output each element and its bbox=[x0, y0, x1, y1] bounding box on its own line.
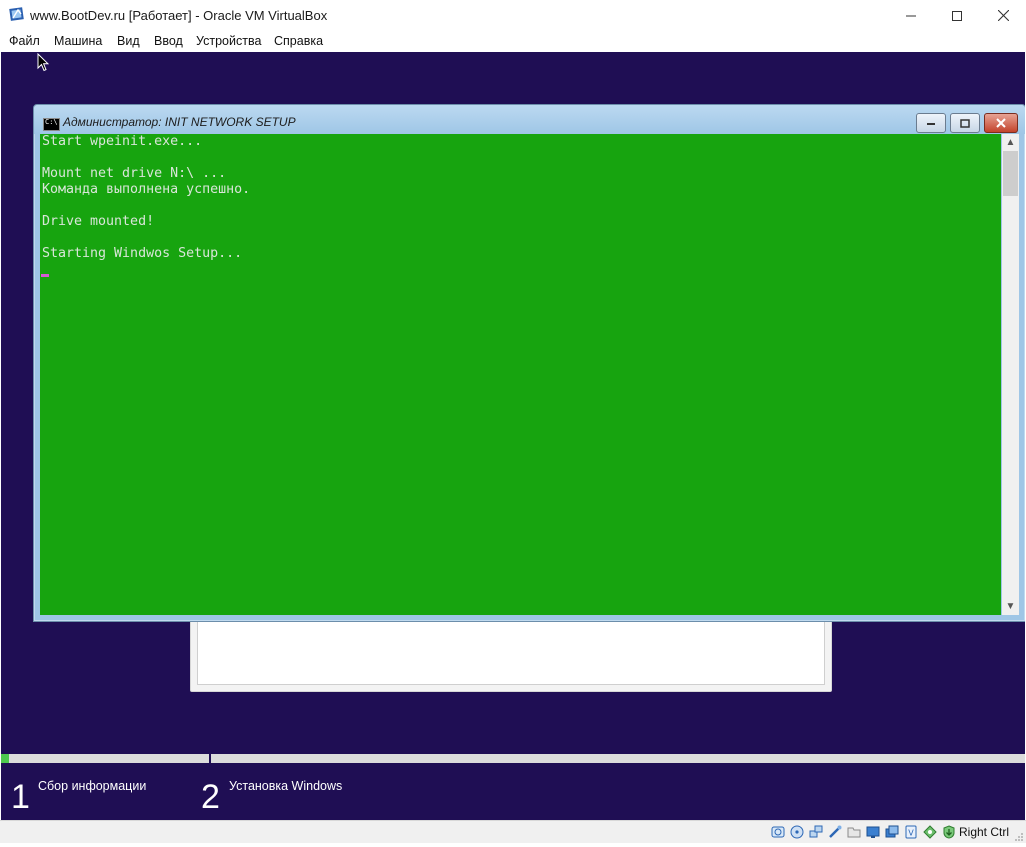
keyboard-capture-icon[interactable] bbox=[941, 824, 956, 839]
scroll-up-arrow-icon[interactable]: ▲ bbox=[1002, 134, 1019, 151]
vm-display[interactable]: C:\ Администратор: INIT NETWORK SETUP St… bbox=[1, 52, 1025, 820]
maximize-button[interactable] bbox=[934, 0, 980, 31]
close-button[interactable] bbox=[980, 0, 1026, 31]
mouse-integration-icon[interactable] bbox=[922, 824, 937, 839]
console-close-button[interactable] bbox=[984, 113, 1018, 133]
close-icon bbox=[997, 10, 1009, 21]
close-icon bbox=[996, 118, 1006, 128]
console-line: Drive mounted! bbox=[42, 214, 155, 229]
step-label: Сбор информации bbox=[38, 779, 147, 793]
scroll-down-arrow-icon[interactable]: ▼ bbox=[1002, 598, 1019, 615]
windows-setup-window bbox=[190, 617, 832, 692]
console-line: Start wpeinit.exe... bbox=[42, 134, 203, 149]
video-capture-icon[interactable] bbox=[884, 824, 899, 839]
console-window[interactable]: C:\ Администратор: INIT NETWORK SETUP St… bbox=[33, 104, 1025, 622]
host-key-label: Right Ctrl bbox=[959, 825, 1010, 839]
virtualbox-icon[interactable] bbox=[9, 6, 25, 22]
menu-help[interactable]: Справка bbox=[274, 34, 323, 48]
maximize-icon bbox=[960, 118, 970, 128]
step-number: 1 bbox=[11, 778, 30, 816]
minimize-icon bbox=[927, 123, 935, 125]
step-number: 2 bbox=[201, 778, 220, 816]
console-scrollbar[interactable]: ▲ ▼ bbox=[1002, 134, 1019, 615]
scrollbar-thumb[interactable] bbox=[1003, 151, 1018, 196]
virtualization-icon[interactable]: V bbox=[903, 824, 918, 839]
hard-disk-icon[interactable] bbox=[770, 824, 785, 839]
console-title: Администратор: INIT NETWORK SETUP bbox=[63, 115, 296, 129]
resize-grip-icon[interactable] bbox=[1014, 829, 1024, 847]
text-cursor bbox=[41, 274, 49, 277]
network-icon[interactable] bbox=[808, 824, 823, 839]
shared-folders-icon[interactable] bbox=[846, 824, 861, 839]
window-title: www.BootDev.ru [Работает] - Oracle VM Vi… bbox=[30, 8, 328, 23]
console-line: Команда выполнена успешно. bbox=[42, 182, 251, 197]
menu-bar: Файл Машина Вид Ввод Устройства Справка bbox=[0, 31, 1026, 52]
console-line: Mount net drive N:\ ... bbox=[42, 166, 227, 181]
console-minimize-button[interactable] bbox=[916, 113, 946, 133]
minimize-button[interactable] bbox=[888, 0, 934, 31]
status-bar: V Right Ctrl bbox=[0, 820, 1026, 843]
svg-text:V: V bbox=[908, 828, 914, 837]
minimize-icon bbox=[906, 15, 916, 16]
window-titlebar[interactable]: www.BootDev.ru [Работает] - Oracle VM Vi… bbox=[0, 0, 1026, 31]
progress-step-divider bbox=[209, 752, 211, 765]
menu-machine[interactable]: Машина bbox=[54, 34, 102, 48]
mouse-pointer-icon bbox=[37, 52, 50, 77]
menu-file[interactable]: Файл bbox=[9, 34, 40, 48]
command-prompt-icon: C:\ bbox=[43, 118, 60, 131]
console-line: Starting Windwos Setup... bbox=[42, 246, 243, 261]
usb-icon[interactable] bbox=[827, 824, 842, 839]
console-output[interactable]: Start wpeinit.exe... Mount net drive N:\… bbox=[40, 134, 1001, 615]
display-icon[interactable] bbox=[865, 824, 880, 839]
menu-devices[interactable]: Устройства bbox=[196, 34, 261, 48]
menu-input[interactable]: Ввод bbox=[154, 34, 183, 48]
optical-drive-icon[interactable] bbox=[789, 824, 804, 839]
setup-progress-bar bbox=[1, 754, 1025, 763]
setup-progress-fill bbox=[1, 754, 10, 763]
menu-view[interactable]: Вид bbox=[117, 34, 140, 48]
maximize-icon bbox=[952, 10, 962, 21]
console-maximize-button[interactable] bbox=[950, 113, 980, 133]
setup-window-content bbox=[197, 618, 825, 685]
step-label: Установка Windows bbox=[229, 779, 343, 793]
